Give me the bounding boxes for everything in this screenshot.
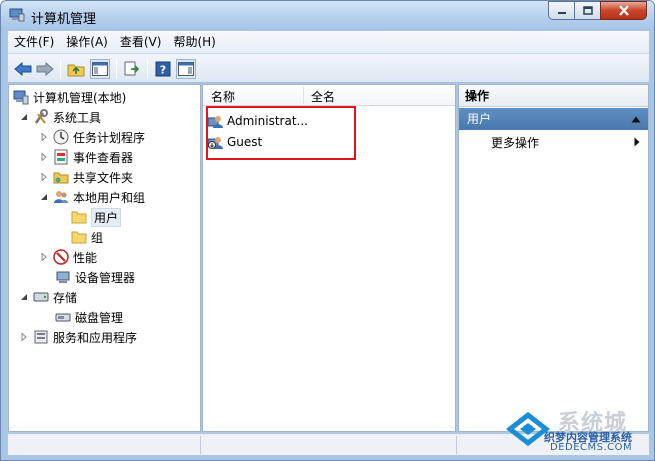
event-viewer-icon — [54, 149, 68, 165]
tree-item-event-viewer[interactable]: 事件查看器 — [39, 147, 133, 167]
help-button[interactable]: ? — [153, 59, 173, 79]
toolbar: ? — [8, 53, 649, 83]
watermark-text-domain: DEDECMS.COM — [550, 442, 633, 453]
users-group-icon — [54, 191, 68, 203]
storage-icon — [33, 292, 49, 302]
column-header-name[interactable]: 名称 — [211, 88, 235, 105]
collapse-arrow-icon[interactable] — [19, 112, 29, 122]
disk-icon — [55, 313, 71, 322]
menu-action[interactable]: 操作(A) — [60, 32, 114, 52]
computer-management-icon — [9, 8, 25, 22]
tree-item-performance[interactable]: 性能 — [39, 247, 97, 267]
maximize-button[interactable] — [574, 1, 600, 20]
forward-arrow-icon — [36, 62, 54, 76]
close-icon — [618, 5, 629, 16]
actions-pane-title: 操作 — [459, 85, 648, 107]
list-header: 名称 全名 — [203, 85, 455, 106]
shared-folder-icon — [53, 172, 69, 184]
window: 计算机管理 文件(F) 操作(A) 查看(V) 帮助(H) ? 计算机管理(本地… — [0, 0, 655, 461]
results-list: 名称 全名 Administrat... Guest — [202, 84, 456, 432]
tree-label: 设备管理器 — [75, 270, 136, 285]
expand-arrow-icon[interactable] — [39, 152, 49, 162]
tree-item-storage[interactable]: 存储 — [19, 287, 77, 307]
submenu-arrow-icon — [634, 137, 640, 147]
tree-label: 本地用户和组 — [73, 190, 146, 205]
folder-up-icon — [67, 64, 85, 77]
column-header-fullname[interactable]: 全名 — [311, 88, 335, 105]
watermark: 系统城 织梦内容管理系统 DEDECMS.COM — [506, 401, 654, 460]
tree-label: 计算机管理(本地) — [33, 90, 127, 105]
expand-arrow-icon[interactable] — [19, 332, 29, 342]
maximize-icon — [582, 6, 593, 15]
help-icon: ? — [155, 61, 171, 77]
expand-arrow-icon[interactable] — [39, 252, 49, 262]
actions-section-label: 用户 — [467, 112, 492, 126]
menu-view[interactable]: 查看(V) — [114, 32, 168, 52]
show-hide-tree-button[interactable] — [90, 59, 110, 79]
annotation-highlight-box — [206, 106, 356, 160]
tree-item-device-manager[interactable]: 设备管理器 — [55, 267, 135, 287]
collapse-arrow-icon[interactable] — [39, 192, 49, 202]
back-button[interactable] — [13, 59, 33, 79]
actions-section-users[interactable]: 用户 — [459, 108, 648, 130]
action-pane-icon — [178, 62, 194, 76]
tree-item-computer-management[interactable]: 计算机管理(本地) — [13, 87, 126, 107]
window-title: 计算机管理 — [31, 12, 97, 27]
tree-label: 事件查看器 — [73, 150, 134, 165]
tree-label: 系统工具 — [53, 110, 102, 125]
folder-icon — [71, 231, 87, 244]
expand-arrow-icon[interactable] — [39, 172, 49, 182]
tree-item-task-scheduler[interactable]: 任务计划程序 — [39, 127, 145, 147]
tree-item-users[interactable]: 用户 — [71, 207, 122, 227]
close-button[interactable] — [600, 1, 647, 20]
clock-icon — [53, 129, 69, 145]
tree-label: 任务计划程序 — [73, 130, 146, 145]
actions-pane: 操作 用户 更多操作 — [458, 84, 649, 432]
forward-button[interactable] — [35, 59, 55, 79]
tree-label: 共享文件夹 — [73, 170, 134, 185]
performance-icon — [53, 249, 69, 265]
tree-item-shared-folders[interactable]: 共享文件夹 — [39, 167, 133, 187]
folder-icon — [71, 211, 87, 224]
export-list-button[interactable] — [122, 59, 142, 79]
tree-item-system-tools[interactable]: 系统工具 — [19, 107, 101, 127]
minimize-button[interactable] — [548, 1, 574, 20]
tree-item-local-users-groups[interactable]: 本地用户和组 — [39, 187, 145, 207]
tree-label: 服务和应用程序 — [53, 330, 138, 345]
tree-label: 性能 — [73, 250, 98, 265]
computer-management-icon — [13, 90, 29, 105]
svg-text:?: ? — [160, 64, 166, 77]
export-icon — [124, 61, 140, 76]
menu-help[interactable]: 帮助(H) — [167, 32, 221, 52]
menu-file[interactable]: 文件(F) — [8, 32, 60, 52]
device-manager-icon — [56, 271, 70, 283]
console-tree: 计算机管理(本地) 系统工具 任务计划程序 事件查看器 共享文件夹 本地用户和组 — [8, 84, 201, 432]
back-arrow-icon — [14, 62, 32, 76]
console-tree-icon — [92, 62, 108, 76]
system-tools-icon — [34, 109, 48, 124]
more-actions-link[interactable]: 更多操作 — [491, 134, 539, 151]
tree-item-disk-management[interactable]: 磁盘管理 — [55, 307, 123, 327]
tree-label: 用户 — [91, 207, 122, 227]
tree-item-services-applications[interactable]: 服务和应用程序 — [19, 327, 137, 347]
minimize-icon — [557, 11, 566, 14]
services-icon — [34, 330, 48, 344]
tree-label: 磁盘管理 — [75, 310, 124, 325]
expand-arrow-icon[interactable] — [39, 132, 49, 142]
up-level-button[interactable] — [66, 59, 86, 79]
tree-item-groups[interactable]: 组 — [71, 227, 103, 247]
collapse-up-icon — [631, 116, 641, 123]
tree-label: 组 — [91, 230, 104, 245]
show-hide-action-pane-button[interactable] — [176, 59, 196, 79]
tree-label: 存储 — [53, 290, 78, 305]
collapse-arrow-icon[interactable] — [19, 292, 29, 302]
menu-bar: 文件(F) 操作(A) 查看(V) 帮助(H) — [8, 31, 649, 53]
title-bar[interactable]: 计算机管理 — [1, 1, 654, 31]
